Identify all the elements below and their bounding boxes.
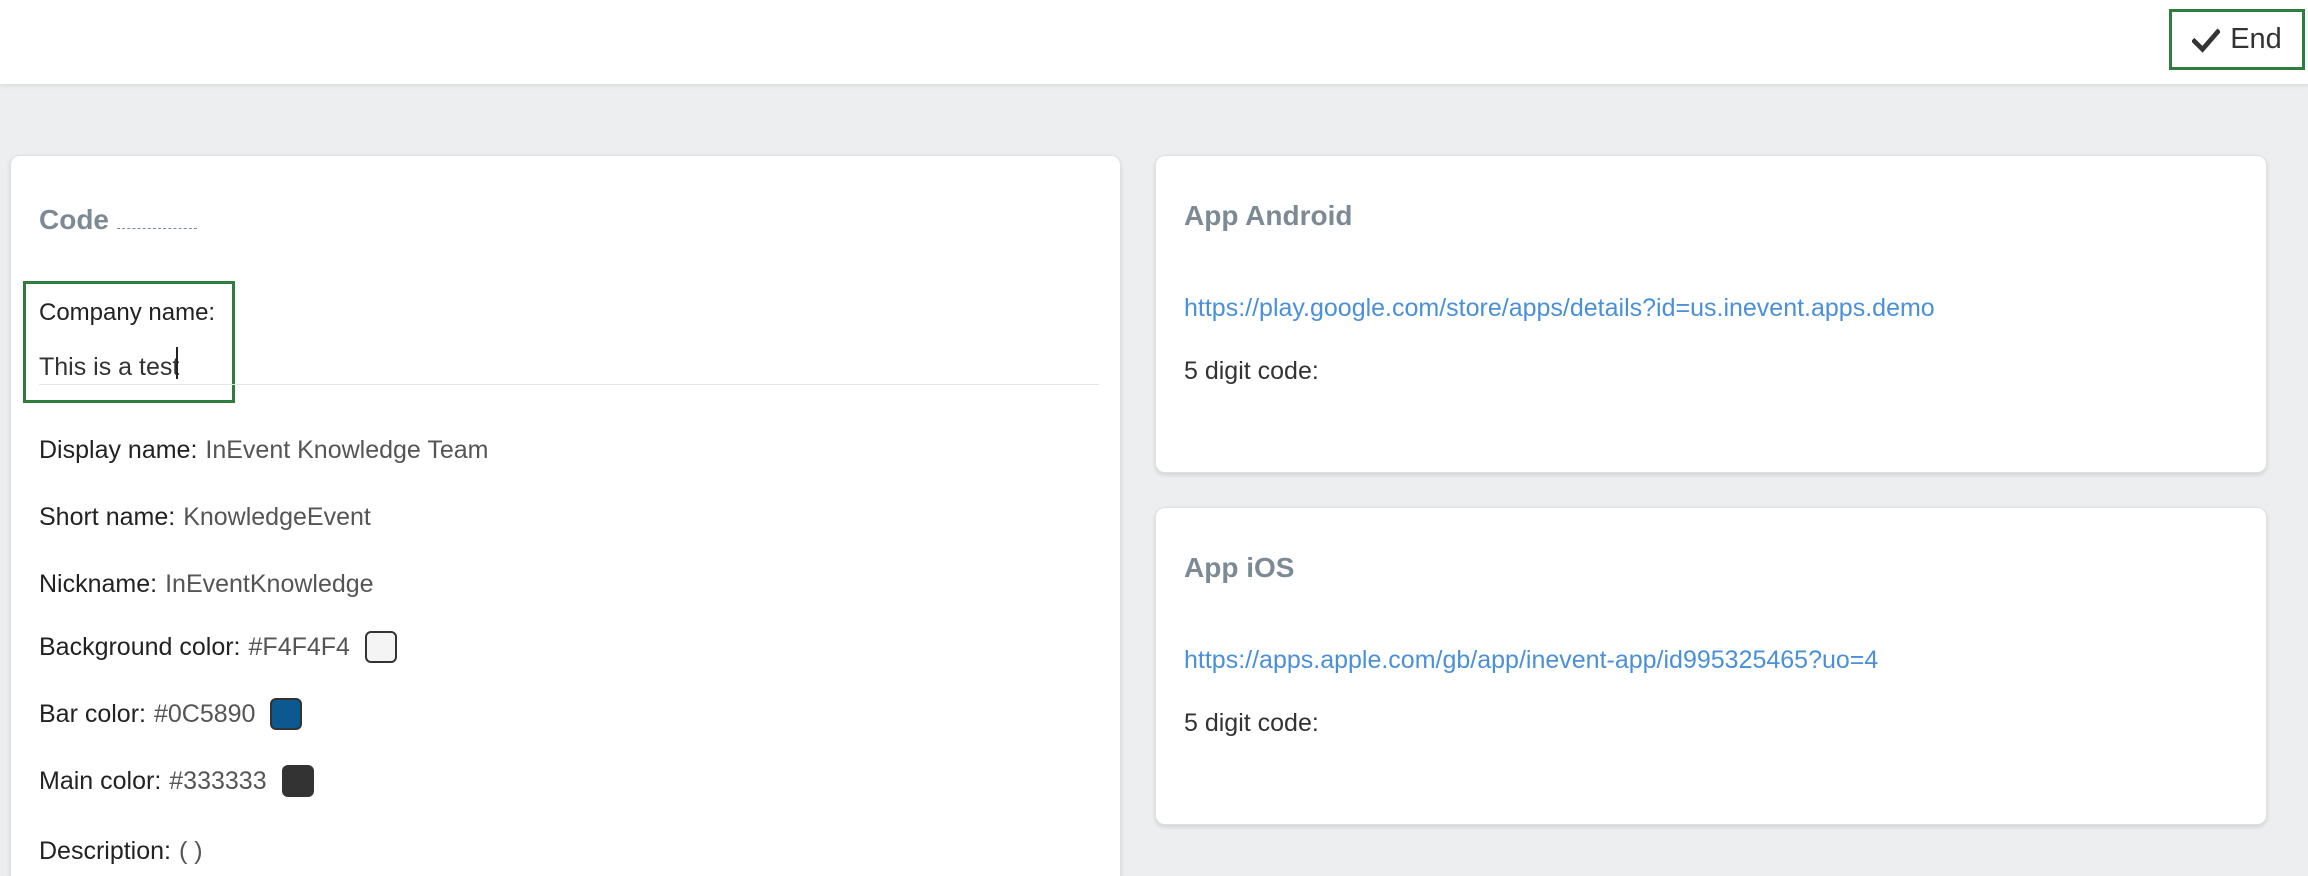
- nickname-value: InEventKnowledge: [165, 570, 374, 598]
- short-name-label: Short name:: [39, 503, 176, 531]
- description-label: Description:: [39, 837, 171, 865]
- end-button-label: End: [2230, 23, 2282, 55]
- code-placeholder: [117, 211, 197, 229]
- main-color-value: #333333: [169, 766, 267, 795]
- app-ios-title: App iOS: [1184, 552, 1295, 583]
- company-name-label: Company name:: [39, 299, 216, 326]
- main-color-swatch[interactable]: [281, 765, 314, 797]
- display-name-value: InEvent Knowledge Team: [205, 436, 489, 464]
- bar-color-label: Bar color:: [39, 699, 146, 728]
- background-color-value: #F4F4F4: [248, 632, 350, 661]
- top-bar: End: [0, 0, 2308, 84]
- background-color-swatch[interactable]: [364, 631, 397, 663]
- end-button[interactable]: End: [2169, 9, 2305, 70]
- description-value: ( ): [179, 837, 203, 865]
- app-android-code-label: 5 digit code:: [1184, 357, 1319, 385]
- app-android-link[interactable]: https://play.google.com/store/apps/detai…: [1184, 294, 1935, 323]
- field-divider: [39, 384, 1099, 385]
- bar-color-row: Bar color: #0C5890: [39, 698, 303, 730]
- bar-color-swatch[interactable]: [270, 698, 303, 730]
- app-ios-code-label: 5 digit code:: [1184, 709, 1319, 737]
- display-name-label: Display name:: [39, 436, 198, 464]
- check-icon: [2192, 28, 2221, 53]
- description-row: Description: ( ): [39, 837, 203, 866]
- short-name-value: KnowledgeEvent: [183, 503, 371, 531]
- event-details-card: Code Company name: Display name: InEvent…: [10, 155, 1121, 876]
- background-color-label: Background color:: [39, 632, 241, 661]
- app-android-card: App Android https://play.google.com/stor…: [1155, 155, 2267, 473]
- background-color-row: Background color: #F4F4F4: [39, 631, 397, 663]
- app-ios-link[interactable]: https://apps.apple.com/gb/app/inevent-ap…: [1184, 646, 1878, 675]
- text-caret: [176, 347, 178, 379]
- app-ios-card: App iOS https://apps.apple.com/gb/app/in…: [1155, 507, 2267, 825]
- main-color-row: Main color: #333333: [39, 765, 314, 797]
- nickname-label: Nickname:: [39, 570, 158, 598]
- display-name-row: Display name: InEvent Knowledge Team: [39, 436, 488, 465]
- short-name-row: Short name: KnowledgeEvent: [39, 503, 371, 532]
- bar-color-value: #0C5890: [153, 699, 256, 728]
- code-title: Code: [39, 204, 197, 236]
- company-name-input[interactable]: [39, 349, 1099, 385]
- app-android-title: App Android: [1184, 200, 1353, 231]
- main-color-label: Main color:: [39, 766, 162, 795]
- nickname-row: Nickname: InEventKnowledge: [39, 570, 374, 599]
